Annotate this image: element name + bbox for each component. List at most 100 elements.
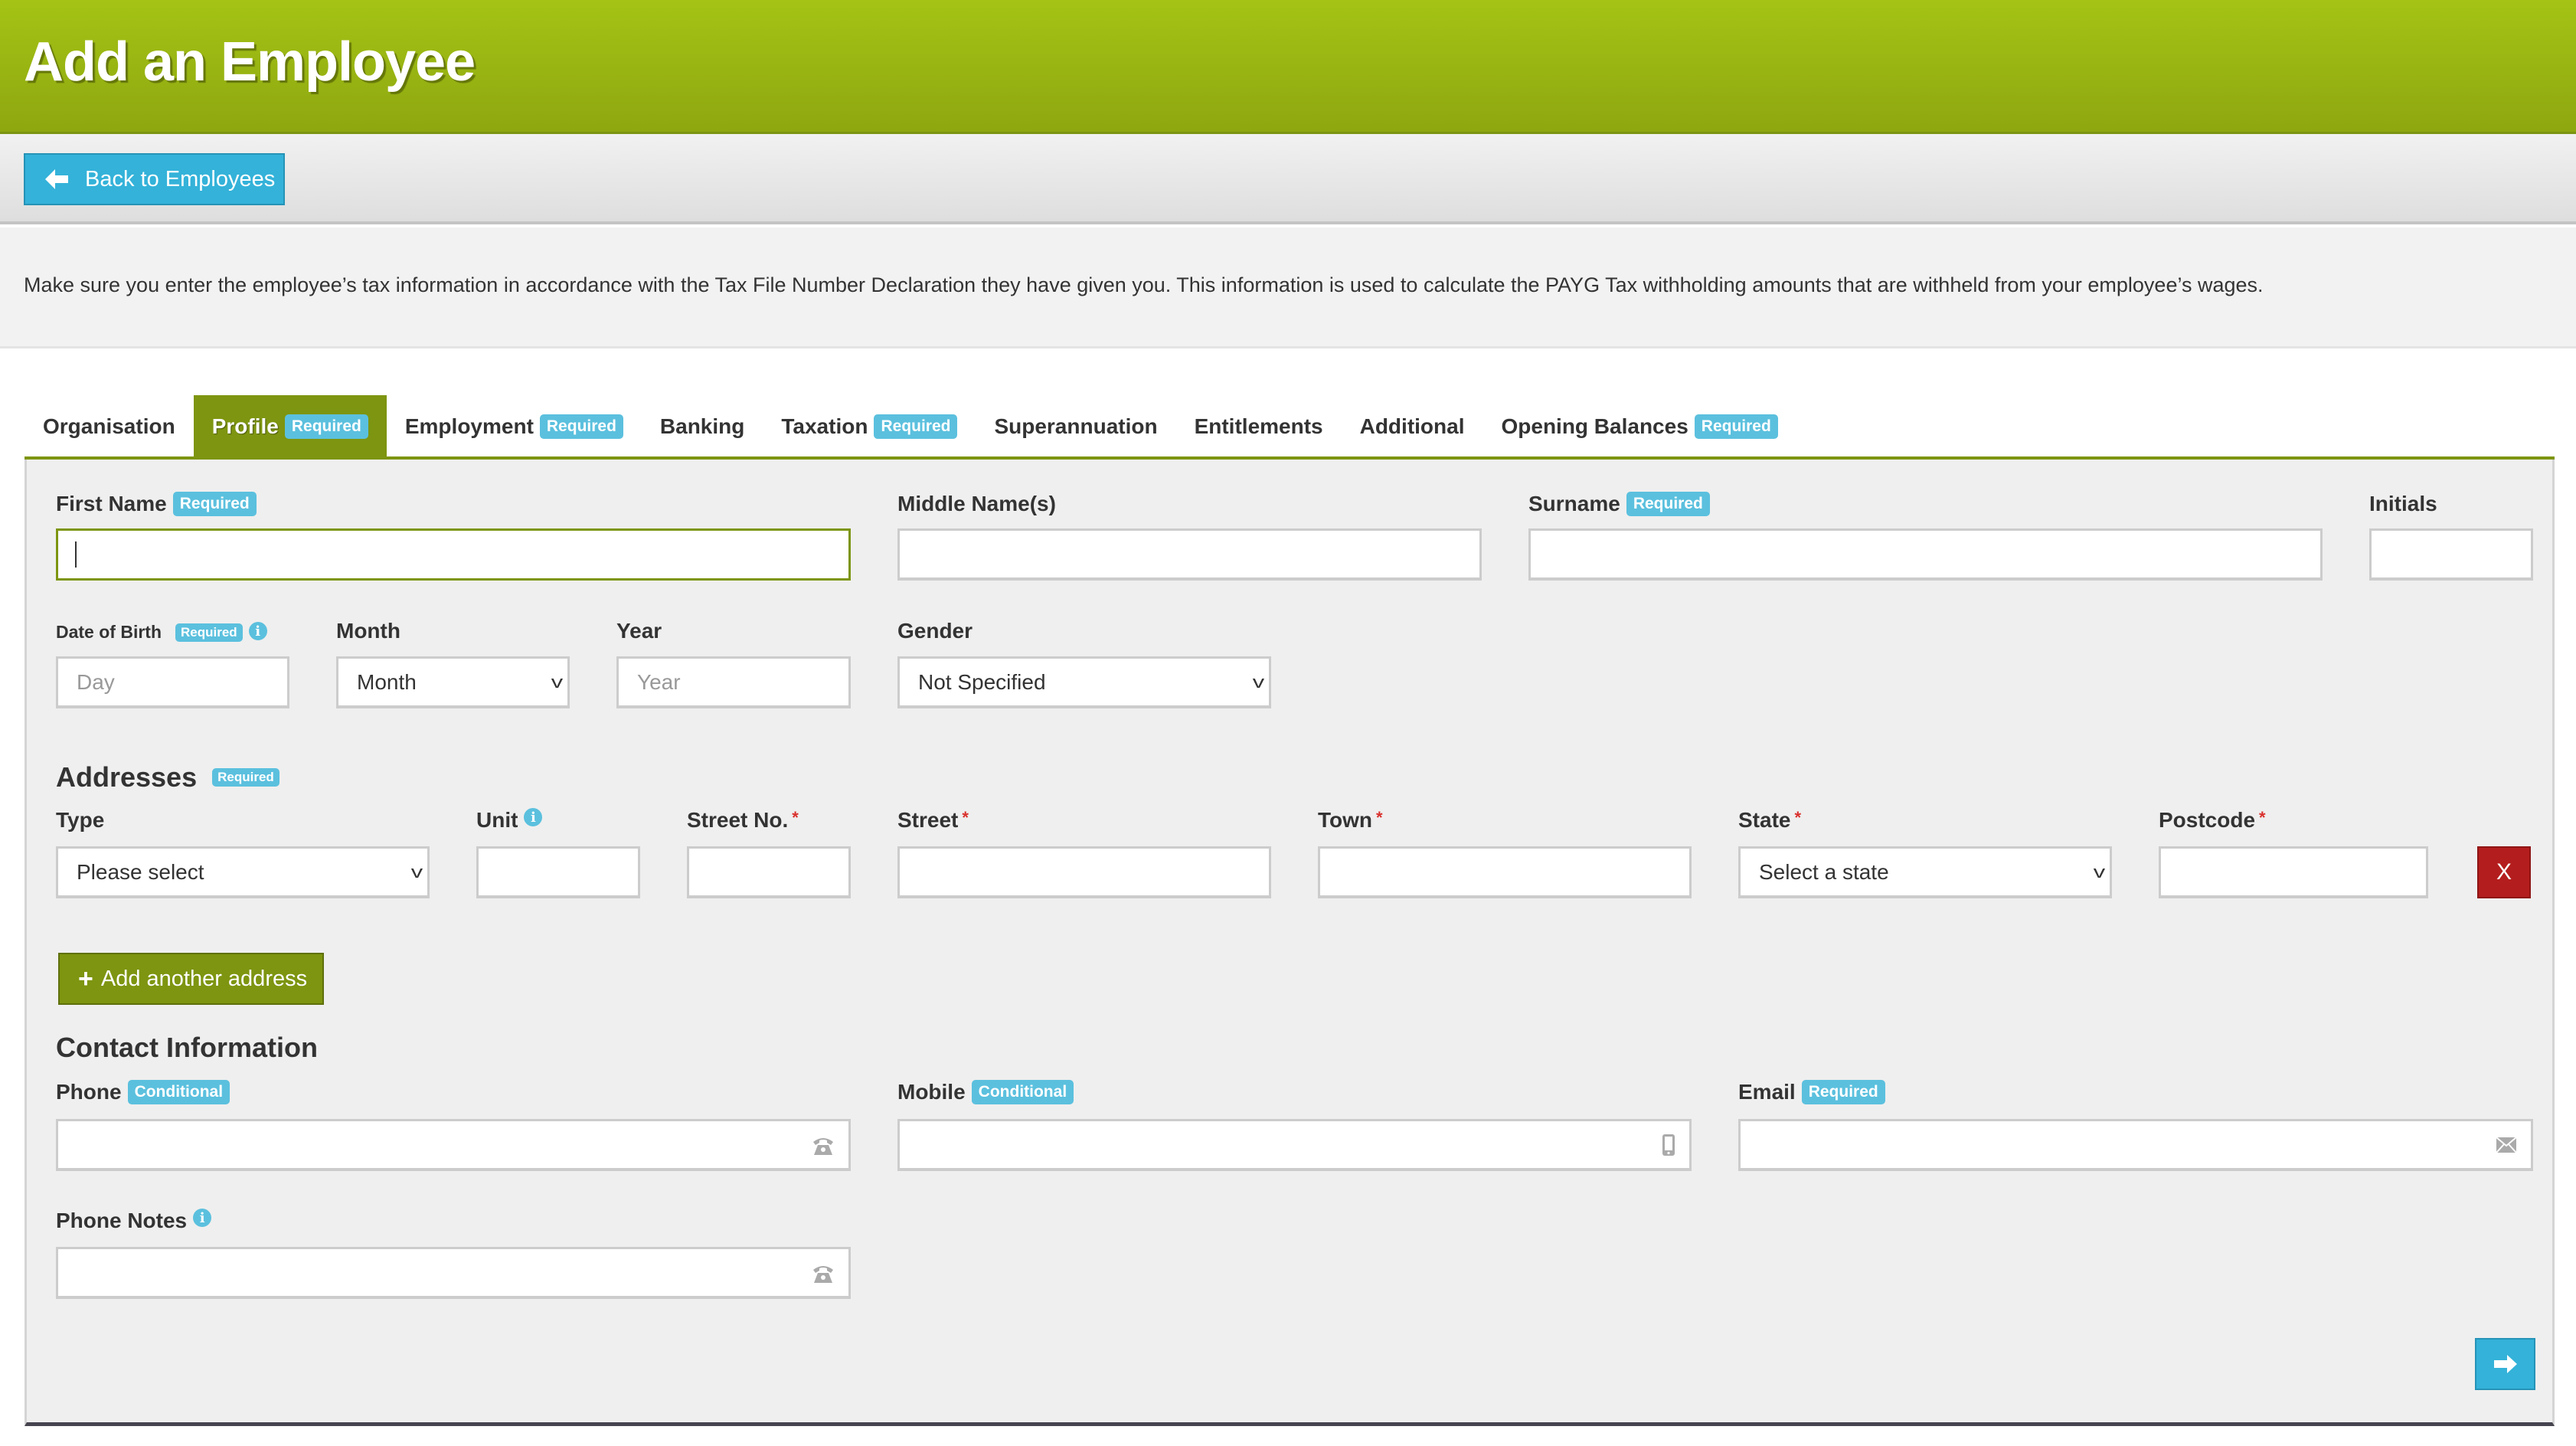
initials-input[interactable] xyxy=(2369,528,2533,581)
tab-superannuation[interactable]: Superannuation xyxy=(976,395,1175,458)
profile-form-panel: First Name Required Middle Name(s) Surna… xyxy=(25,460,2555,1426)
mobile-icon xyxy=(1662,1134,1675,1156)
label-text: Mobile xyxy=(897,1080,966,1104)
required-badge: Required xyxy=(212,768,280,787)
required-badge: Required xyxy=(284,414,368,439)
town-label: Town * xyxy=(1318,808,1383,833)
required-badge: Required xyxy=(172,492,257,516)
surname-input[interactable] xyxy=(1528,528,2323,581)
phone-icon xyxy=(813,1137,833,1155)
required-asterisk: * xyxy=(2259,808,2266,827)
address-type-select[interactable]: Please select v xyxy=(56,846,430,898)
plus-icon: + xyxy=(78,963,93,993)
next-step-button[interactable] xyxy=(2475,1338,2535,1390)
town-input[interactable] xyxy=(1318,846,1692,898)
tab-label: Organisation xyxy=(43,414,175,438)
dob-label: Date of Birth Required i xyxy=(56,622,267,643)
street-no-input[interactable] xyxy=(687,846,851,898)
phone-notes-label: Phone Notes i xyxy=(56,1209,212,1233)
gender-selected: Not Specified xyxy=(918,669,1046,694)
year-placeholder: Year xyxy=(637,669,681,694)
required-badge: Required xyxy=(1626,492,1710,516)
first-name-label: First Name Required xyxy=(56,492,257,516)
first-name-input[interactable] xyxy=(56,528,851,581)
phone-label: Phone Conditional xyxy=(56,1080,230,1104)
heading-text: Contact Information xyxy=(56,1032,318,1063)
required-badge: Required xyxy=(1801,1080,1885,1104)
tab-opening-balances[interactable]: Opening Balances Required xyxy=(1483,395,1796,458)
address-type-label: Type xyxy=(56,808,104,833)
state-select[interactable]: Select a state v xyxy=(1738,846,2112,898)
label-text: Middle Name(s) xyxy=(897,492,1056,515)
month-label: Month xyxy=(336,619,400,643)
conditional-badge: Conditional xyxy=(127,1080,230,1104)
email-input[interactable] xyxy=(1738,1119,2533,1171)
back-button-label: Back to Employees xyxy=(85,166,276,191)
chevron-down-icon: v xyxy=(1252,672,1265,692)
label-text: Initials xyxy=(2369,492,2437,515)
toolbar: Back to Employees xyxy=(0,134,2576,224)
label-text: Phone Notes xyxy=(56,1209,188,1232)
tab-label: Superannuation xyxy=(994,414,1158,438)
arrow-left-icon xyxy=(45,169,68,189)
phone-input[interactable] xyxy=(56,1119,851,1171)
contact-heading: Contact Information xyxy=(56,1032,318,1064)
info-icon[interactable]: i xyxy=(193,1209,212,1227)
year-label: Year xyxy=(616,619,662,643)
page-title: Add an Employee xyxy=(24,31,476,93)
tab-employment[interactable]: Employment Required xyxy=(387,395,642,458)
back-to-employees-button[interactable]: Back to Employees xyxy=(24,153,285,205)
remove-address-button[interactable]: X xyxy=(2477,846,2531,898)
street-label: Street * xyxy=(897,808,969,833)
label-text: Date of Birth xyxy=(56,622,162,642)
month-selected: Month xyxy=(357,669,417,694)
tab-banking[interactable]: Banking xyxy=(642,395,763,458)
text-cursor xyxy=(75,541,77,568)
dob-day-input[interactable]: Day xyxy=(56,656,289,708)
gender-select[interactable]: Not Specified v xyxy=(897,656,1271,708)
mobile-label: Mobile Conditional xyxy=(897,1080,1074,1104)
info-band: Make sure you enter the employee’s tax i… xyxy=(0,227,2576,348)
tab-profile[interactable]: Profile Required xyxy=(193,395,387,458)
email-label: Email Required xyxy=(1738,1080,1885,1104)
street-input[interactable] xyxy=(897,846,1271,898)
gender-label: Gender xyxy=(897,619,973,643)
required-badge: Required xyxy=(874,414,958,439)
mobile-input[interactable] xyxy=(897,1119,1692,1171)
year-input[interactable]: Year xyxy=(616,656,851,708)
postcode-input[interactable] xyxy=(2159,846,2428,898)
tab-entitlements[interactable]: Entitlements xyxy=(1176,395,1342,458)
middle-names-label: Middle Name(s) xyxy=(897,492,1056,516)
tab-taxation[interactable]: Taxation Required xyxy=(763,395,976,458)
arrow-right-icon xyxy=(2493,1355,2517,1373)
label-text: Street xyxy=(897,808,959,832)
tab-label: Additional xyxy=(1359,414,1465,438)
label-text: Year xyxy=(616,619,662,643)
addresses-heading: Addresses Required xyxy=(56,761,280,793)
required-asterisk: * xyxy=(792,808,799,827)
tab-additional[interactable]: Additional xyxy=(1342,395,1483,458)
chevron-down-icon: v xyxy=(551,672,564,692)
label-text: Month xyxy=(336,619,400,643)
tax-info-text: Make sure you enter the employee’s tax i… xyxy=(24,273,2264,296)
unit-label: Unit i xyxy=(476,808,543,833)
tab-label: Banking xyxy=(659,414,745,438)
info-icon[interactable]: i xyxy=(524,808,543,826)
info-icon[interactable]: i xyxy=(248,622,267,640)
month-select[interactable]: Month v xyxy=(336,656,570,708)
tab-organisation[interactable]: Organisation xyxy=(25,395,194,458)
label-text: Email xyxy=(1738,1080,1796,1104)
label-text: Gender xyxy=(897,619,973,643)
add-another-address-button[interactable]: + Add another address xyxy=(58,953,324,1005)
phone-notes-input[interactable] xyxy=(56,1247,851,1299)
label-text: Type xyxy=(56,808,105,832)
tab-label: Opening Balances xyxy=(1501,414,1688,438)
unit-input[interactable] xyxy=(476,846,640,898)
required-asterisk: * xyxy=(1376,808,1383,827)
phone-icon xyxy=(813,1265,833,1283)
label-text: Phone xyxy=(56,1080,122,1104)
chevron-down-icon: v xyxy=(2093,862,2106,882)
initials-label: Initials xyxy=(2369,492,2437,516)
add-address-label: Add another address xyxy=(100,966,308,991)
middle-names-input[interactable] xyxy=(897,528,1482,581)
